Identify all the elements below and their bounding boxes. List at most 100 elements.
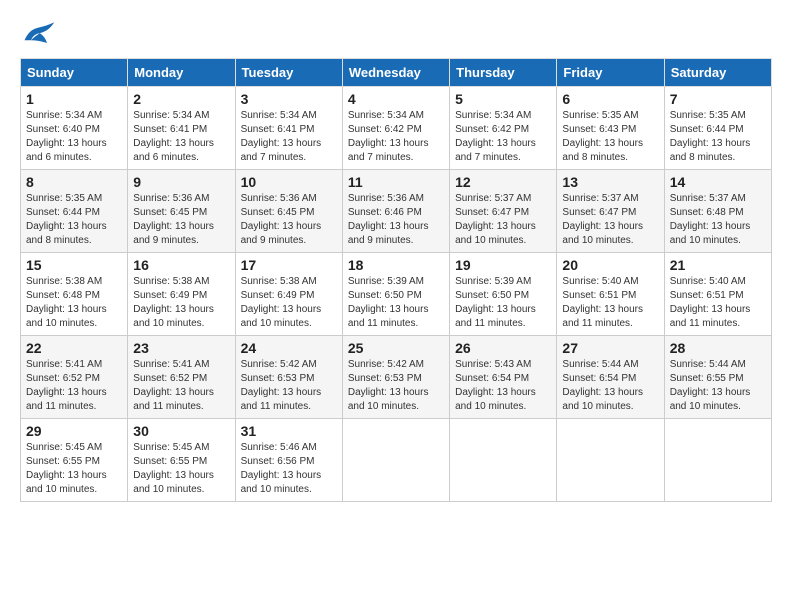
day-number: 12 xyxy=(455,174,551,190)
calendar-cell: 4 Sunrise: 5:34 AM Sunset: 6:42 PM Daylig… xyxy=(342,87,449,170)
calendar-cell: 9Sunrise: 5:36 AM Sunset: 6:45 PM Daylig… xyxy=(128,170,235,253)
day-number: 17 xyxy=(241,257,337,273)
calendar-cell: 12 Sunrise: 5:37 AM Sunset: 6:47 PM Dayli… xyxy=(450,170,557,253)
day-info: Sunrise: 5:38 AM Sunset: 6:49 PM Dayligh… xyxy=(241,275,337,331)
weekday-saturday: Saturday xyxy=(664,59,771,87)
day-number: 27 xyxy=(562,340,658,356)
day-info: Sunrise: 5:38 AM Sunset: 6:49 PM Dayligh… xyxy=(133,275,229,331)
logo xyxy=(20,20,60,48)
calendar-cell xyxy=(450,419,557,502)
day-number: 28 xyxy=(670,340,766,356)
calendar-cell: 21 Sunrise: 5:40 AM Sunset: 6:51 PM Dayli… xyxy=(664,253,771,336)
day-number: 8 xyxy=(26,174,122,190)
day-info: Sunrise: 5:40 AM Sunset: 6:51 PM Dayligh… xyxy=(562,275,658,331)
day-number: 18 xyxy=(348,257,444,273)
calendar-cell: 10 Sunrise: 5:36 AM Sunset: 6:45 PM Dayli… xyxy=(235,170,342,253)
day-info: Sunrise: 5:36 AM Sunset: 6:46 PM Dayligh… xyxy=(348,192,444,248)
day-info: Sunrise: 5:34 AM Sunset: 6:40 PM Dayligh… xyxy=(26,109,122,165)
day-number: 5 xyxy=(455,91,551,107)
calendar-cell: 14 Sunrise: 5:37 AM Sunset: 6:48 PM Dayli… xyxy=(664,170,771,253)
calendar-week-4: 22 Sunrise: 5:41 AM Sunset: 6:52 PM Dayli… xyxy=(21,336,772,419)
calendar-cell: 17 Sunrise: 5:38 AM Sunset: 6:49 PM Dayli… xyxy=(235,253,342,336)
calendar-cell xyxy=(342,419,449,502)
day-number: 14 xyxy=(670,174,766,190)
weekday-monday: Monday xyxy=(128,59,235,87)
calendar-cell: 16 Sunrise: 5:38 AM Sunset: 6:49 PM Dayli… xyxy=(128,253,235,336)
day-number: 10 xyxy=(241,174,337,190)
calendar-cell: 30Sunrise: 5:45 AM Sunset: 6:55 PM Dayli… xyxy=(128,419,235,502)
day-info: Sunrise: 5:38 AM Sunset: 6:48 PM Dayligh… xyxy=(26,275,122,331)
day-info: Sunrise: 5:43 AM Sunset: 6:54 PM Dayligh… xyxy=(455,358,551,414)
day-number: 20 xyxy=(562,257,658,273)
day-info: Sunrise: 5:35 AM Sunset: 6:43 PM Dayligh… xyxy=(562,109,658,165)
calendar-cell: 15 Sunrise: 5:38 AM Sunset: 6:48 PM Dayli… xyxy=(21,253,128,336)
day-info: Sunrise: 5:39 AM Sunset: 6:50 PM Dayligh… xyxy=(348,275,444,331)
day-number: 7 xyxy=(670,91,766,107)
day-info: Sunrise: 5:36 AM Sunset: 6:45 PM Dayligh… xyxy=(133,192,229,248)
calendar-cell: 31 Sunrise: 5:46 AM Sunset: 6:56 PM Dayli… xyxy=(235,419,342,502)
day-number: 21 xyxy=(670,257,766,273)
page-header xyxy=(20,20,772,48)
day-number: 13 xyxy=(562,174,658,190)
calendar-cell: 6 Sunrise: 5:35 AM Sunset: 6:43 PM Daylig… xyxy=(557,87,664,170)
calendar-cell: 23Sunrise: 5:41 AM Sunset: 6:52 PM Dayli… xyxy=(128,336,235,419)
day-number: 11 xyxy=(348,174,444,190)
day-number: 4 xyxy=(348,91,444,107)
day-info: Sunrise: 5:34 AM Sunset: 6:41 PM Dayligh… xyxy=(133,109,229,165)
weekday-sunday: Sunday xyxy=(21,59,128,87)
calendar-cell: 19 Sunrise: 5:39 AM Sunset: 6:50 PM Dayli… xyxy=(450,253,557,336)
day-info: Sunrise: 5:37 AM Sunset: 6:47 PM Dayligh… xyxy=(455,192,551,248)
calendar-cell: 7Sunrise: 5:35 AM Sunset: 6:44 PM Daylig… xyxy=(664,87,771,170)
day-number: 6 xyxy=(562,91,658,107)
calendar-cell: 8 Sunrise: 5:35 AM Sunset: 6:44 PM Daylig… xyxy=(21,170,128,253)
calendar-week-3: 15 Sunrise: 5:38 AM Sunset: 6:48 PM Dayli… xyxy=(21,253,772,336)
day-info: Sunrise: 5:35 AM Sunset: 6:44 PM Dayligh… xyxy=(26,192,122,248)
calendar-week-5: 29 Sunrise: 5:45 AM Sunset: 6:55 PM Dayli… xyxy=(21,419,772,502)
day-number: 31 xyxy=(241,423,337,439)
day-number: 29 xyxy=(26,423,122,439)
day-number: 15 xyxy=(26,257,122,273)
calendar-table: SundayMondayTuesdayWednesdayThursdayFrid… xyxy=(20,58,772,502)
calendar-cell: 22 Sunrise: 5:41 AM Sunset: 6:52 PM Dayli… xyxy=(21,336,128,419)
calendar-cell: 1 Sunrise: 5:34 AM Sunset: 6:40 PM Daylig… xyxy=(21,87,128,170)
calendar-cell xyxy=(557,419,664,502)
calendar-cell: 2Sunrise: 5:34 AM Sunset: 6:41 PM Daylig… xyxy=(128,87,235,170)
day-info: Sunrise: 5:44 AM Sunset: 6:54 PM Dayligh… xyxy=(562,358,658,414)
day-number: 19 xyxy=(455,257,551,273)
day-info: Sunrise: 5:46 AM Sunset: 6:56 PM Dayligh… xyxy=(241,441,337,497)
day-info: Sunrise: 5:34 AM Sunset: 6:42 PM Dayligh… xyxy=(348,109,444,165)
calendar-cell: 5 Sunrise: 5:34 AM Sunset: 6:42 PM Daylig… xyxy=(450,87,557,170)
day-info: Sunrise: 5:36 AM Sunset: 6:45 PM Dayligh… xyxy=(241,192,337,248)
day-number: 24 xyxy=(241,340,337,356)
weekday-header-row: SundayMondayTuesdayWednesdayThursdayFrid… xyxy=(21,59,772,87)
weekday-wednesday: Wednesday xyxy=(342,59,449,87)
day-number: 3 xyxy=(241,91,337,107)
day-number: 22 xyxy=(26,340,122,356)
day-info: Sunrise: 5:42 AM Sunset: 6:53 PM Dayligh… xyxy=(348,358,444,414)
calendar-cell: 25 Sunrise: 5:42 AM Sunset: 6:53 PM Dayli… xyxy=(342,336,449,419)
day-number: 25 xyxy=(348,340,444,356)
day-info: Sunrise: 5:39 AM Sunset: 6:50 PM Dayligh… xyxy=(455,275,551,331)
day-info: Sunrise: 5:41 AM Sunset: 6:52 PM Dayligh… xyxy=(133,358,229,414)
calendar-cell: 29 Sunrise: 5:45 AM Sunset: 6:55 PM Dayli… xyxy=(21,419,128,502)
calendar-week-2: 8 Sunrise: 5:35 AM Sunset: 6:44 PM Daylig… xyxy=(21,170,772,253)
day-info: Sunrise: 5:44 AM Sunset: 6:55 PM Dayligh… xyxy=(670,358,766,414)
day-number: 16 xyxy=(133,257,229,273)
calendar-cell: 28 Sunrise: 5:44 AM Sunset: 6:55 PM Dayli… xyxy=(664,336,771,419)
day-info: Sunrise: 5:34 AM Sunset: 6:42 PM Dayligh… xyxy=(455,109,551,165)
weekday-friday: Friday xyxy=(557,59,664,87)
calendar-cell: 20 Sunrise: 5:40 AM Sunset: 6:51 PM Dayli… xyxy=(557,253,664,336)
calendar-cell: 13Sunrise: 5:37 AM Sunset: 6:47 PM Dayli… xyxy=(557,170,664,253)
day-info: Sunrise: 5:34 AM Sunset: 6:41 PM Dayligh… xyxy=(241,109,337,165)
day-info: Sunrise: 5:40 AM Sunset: 6:51 PM Dayligh… xyxy=(670,275,766,331)
day-info: Sunrise: 5:45 AM Sunset: 6:55 PM Dayligh… xyxy=(26,441,122,497)
calendar-cell xyxy=(664,419,771,502)
day-number: 30 xyxy=(133,423,229,439)
day-info: Sunrise: 5:42 AM Sunset: 6:53 PM Dayligh… xyxy=(241,358,337,414)
calendar-cell: 3 Sunrise: 5:34 AM Sunset: 6:41 PM Daylig… xyxy=(235,87,342,170)
day-number: 1 xyxy=(26,91,122,107)
day-info: Sunrise: 5:37 AM Sunset: 6:48 PM Dayligh… xyxy=(670,192,766,248)
weekday-tuesday: Tuesday xyxy=(235,59,342,87)
calendar-cell: 26Sunrise: 5:43 AM Sunset: 6:54 PM Dayli… xyxy=(450,336,557,419)
day-info: Sunrise: 5:41 AM Sunset: 6:52 PM Dayligh… xyxy=(26,358,122,414)
